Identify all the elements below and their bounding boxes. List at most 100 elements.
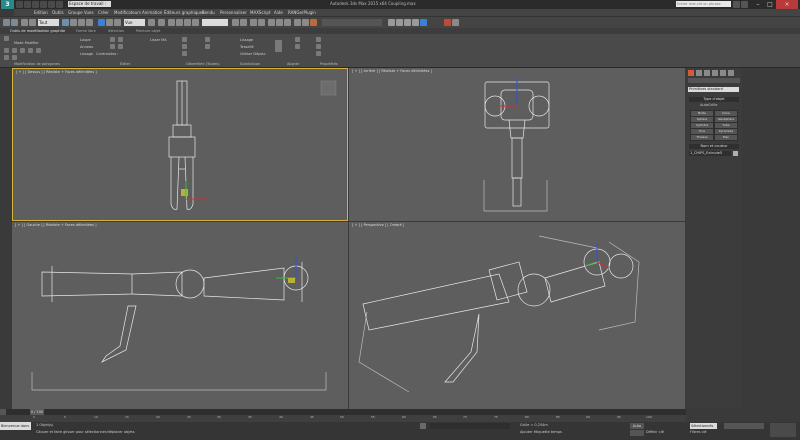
menu-maxscript[interactable]: MAXScript <box>250 9 271 16</box>
loop-button[interactable]: Loupe <box>80 38 91 42</box>
menu-render[interactable]: Rendu <box>202 9 215 16</box>
autogrid-checkbox[interactable]: AutoGrille <box>700 103 717 107</box>
grow-selection-icon[interactable] <box>4 55 9 60</box>
set-key-button[interactable]: Définir clé <box>646 430 664 434</box>
menu-create[interactable]: Créer <box>98 9 109 16</box>
menu-tools[interactable]: Outils <box>52 9 64 16</box>
align-x-icon[interactable] <box>295 37 300 42</box>
geometry-icon-5[interactable] <box>205 44 210 49</box>
object-name-input[interactable]: 1_CHIPS_Extrude5 <box>689 151 731 156</box>
maxscript-listener[interactable]: Bienvenue dans <box>0 422 31 430</box>
properties-icon-1[interactable] <box>316 37 321 42</box>
menu-help[interactable]: Aide <box>274 9 283 16</box>
key-filters-button[interactable]: Filtres clé <box>690 430 707 434</box>
polygon-mode-icon[interactable] <box>28 48 33 53</box>
utilities-tab-icon[interactable] <box>728 70 734 76</box>
properties-icon-2[interactable] <box>316 44 321 49</box>
align-icon[interactable] <box>240 19 247 26</box>
move-icon[interactable] <box>98 19 105 26</box>
create-tab-icon[interactable] <box>688 70 694 76</box>
selection-filter-dropdown[interactable]: Tout <box>38 19 59 26</box>
constraint-y-icon[interactable] <box>396 19 403 26</box>
search-icon[interactable] <box>733 1 740 8</box>
group-subdivision[interactable]: Subdivision <box>240 62 260 66</box>
viewcube-icon[interactable] <box>321 81 336 95</box>
user-icon[interactable] <box>741 1 748 8</box>
massfx-icon[interactable] <box>444 19 451 26</box>
menu-modifiers[interactable]: Modificateurs <box>114 9 141 16</box>
viewport-back[interactable]: [ + ] [ Arrière ] [ Réaliste + Faces dél… <box>349 68 685 221</box>
snaps-use-axis-icon[interactable] <box>420 19 427 26</box>
group-edit[interactable]: Éditer <box>120 62 130 66</box>
menu-customize[interactable]: Personnaliser <box>220 9 247 16</box>
material-editor-icon[interactable] <box>284 19 291 26</box>
smooth-subdiv-button[interactable]: Lissage <box>240 38 253 42</box>
rectangular-selection-icon[interactable] <box>78 19 85 26</box>
link-icon[interactable] <box>21 19 28 26</box>
save-file-icon[interactable] <box>32 1 39 8</box>
group-polygon-modeling[interactable]: Modification de polygones <box>14 62 60 66</box>
angle-snap-icon[interactable] <box>176 19 183 26</box>
primitive-type-dropdown[interactable]: Primitives standard <box>688 87 739 92</box>
viewport-top-label[interactable]: [ + ] [ Dessus ] [ Réaliste + Faces déli… <box>16 70 97 74</box>
align-y-icon[interactable] <box>295 44 300 49</box>
percent-snap-icon[interactable] <box>184 19 191 26</box>
edit-icon-3[interactable] <box>110 44 115 49</box>
mirror-icon[interactable] <box>232 19 239 26</box>
select-by-name-icon[interactable] <box>70 19 77 26</box>
rendered-frame-window-icon[interactable] <box>302 19 309 26</box>
plane-button[interactable]: Plan <box>714 134 738 141</box>
edit-icon-4[interactable] <box>118 44 123 49</box>
smooth-button[interactable]: Lissage <box>80 52 93 56</box>
redo-icon[interactable] <box>48 1 55 8</box>
minimize-icon[interactable]: – <box>752 0 764 9</box>
make-planar-button[interactable]: Lisser MA <box>150 38 167 42</box>
scale-icon[interactable] <box>114 19 121 26</box>
simulation-icon[interactable] <box>452 19 459 26</box>
rotate-icon[interactable] <box>106 19 113 26</box>
toggle-ribbon-icon[interactable] <box>258 19 265 26</box>
menu-animation[interactable]: Animation <box>142 9 162 16</box>
geometry-icon-3[interactable] <box>182 51 187 56</box>
menu-group[interactable]: Groupe <box>68 9 83 16</box>
curve-editor-icon[interactable] <box>268 19 275 26</box>
constraint-xy-icon[interactable] <box>412 19 419 26</box>
timeline-ruler[interactable]: 0 5 10 15 20 25 30 35 40 45 50 55 60 65 … <box>0 415 686 422</box>
redo-tool-icon[interactable] <box>11 19 18 26</box>
geometry-icon-1[interactable] <box>182 37 187 42</box>
pivot-center-icon[interactable] <box>148 19 155 26</box>
tessellate-button[interactable]: Tessellé <box>240 45 254 49</box>
shrink-selection-icon[interactable] <box>12 55 17 60</box>
close-icon[interactable]: × <box>776 0 798 9</box>
modify-tab-icon[interactable] <box>696 70 702 76</box>
object-color-swatch[interactable] <box>733 151 738 156</box>
viewport-top[interactable]: [ + ] [ Dessus ] [ Réaliste + Faces déli… <box>12 68 348 221</box>
named-selection-dropdown[interactable] <box>202 19 228 26</box>
ring-button[interactable]: Anneau <box>80 45 93 49</box>
key-mode-dropdown[interactable]: Sélectionnés <box>690 423 717 429</box>
menu-edit[interactable]: Edition <box>34 9 48 16</box>
polygon-tool-icon[interactable] <box>4 36 9 41</box>
viewport-left-label[interactable]: [ + ] [ Gauche ] [ Réaliste + Faces déli… <box>15 223 96 227</box>
window-crossing-icon[interactable] <box>86 19 93 26</box>
new-file-icon[interactable] <box>16 1 23 8</box>
open-file-icon[interactable] <box>24 1 31 8</box>
hierarchy-tab-icon[interactable] <box>704 70 710 76</box>
search-input[interactable]: Entrer mot-clé ou phrase <box>676 1 731 7</box>
properties-icon-3[interactable] <box>316 51 321 56</box>
workspace-dropdown[interactable]: Espace de travail : Par <box>68 1 111 12</box>
menu-views[interactable]: Vues <box>84 9 94 16</box>
vertex-mode-icon[interactable] <box>4 48 9 53</box>
geometry-icon-4[interactable] <box>205 37 210 42</box>
select-manipulate-icon[interactable] <box>158 19 165 26</box>
geometry-icon-2[interactable] <box>182 44 187 49</box>
viewport-back-label[interactable]: [ + ] [ Arrière ] [ Réaliste + Faces dél… <box>352 69 432 73</box>
menu-plugin[interactable]: RANGerPlugin <box>288 9 316 16</box>
edge-mode-icon[interactable] <box>12 48 17 53</box>
group-geometry-all[interactable]: Géométrie (Toutes) <box>186 62 220 66</box>
maximize-icon[interactable]: □ <box>764 0 776 9</box>
edit-icon-2[interactable] <box>118 37 123 42</box>
create-category-icons[interactable] <box>688 78 740 83</box>
undo-tool-icon[interactable] <box>3 19 10 26</box>
set-key-icon[interactable] <box>630 430 644 436</box>
